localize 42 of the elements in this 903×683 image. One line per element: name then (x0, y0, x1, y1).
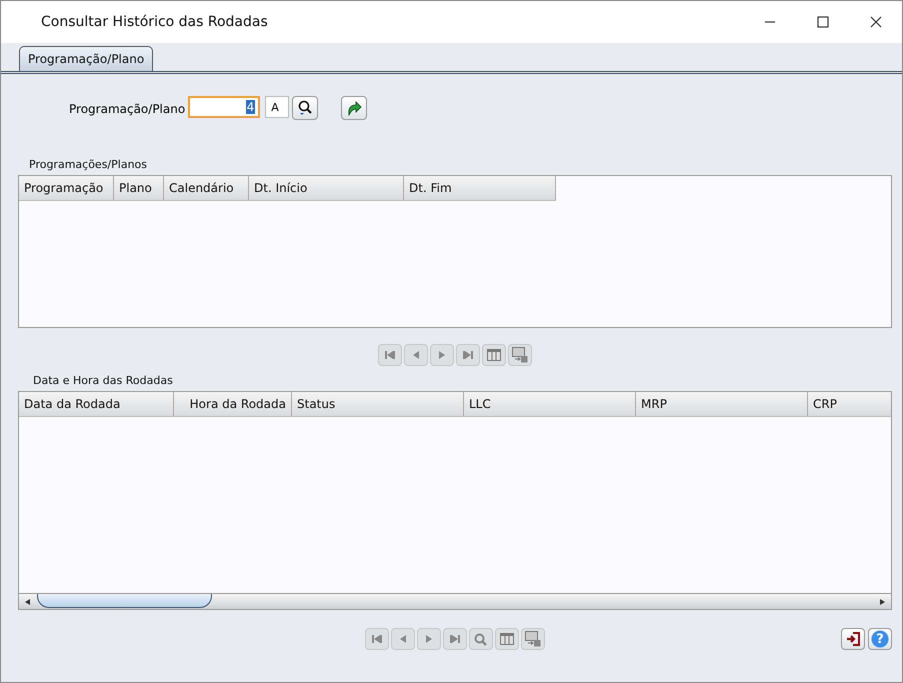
suffix-field: A (265, 96, 290, 118)
last-page-icon (462, 350, 474, 360)
last-page-icon (448, 634, 460, 644)
search-icon (474, 632, 487, 646)
column-header[interactable]: MRP (636, 392, 808, 416)
exit-button[interactable] (841, 628, 865, 650)
scroll-right-icon[interactable] (877, 596, 887, 606)
search-icon (297, 100, 314, 116)
export-icon (512, 347, 528, 363)
column-header[interactable]: Data da Rodada (19, 392, 174, 416)
export-icon (524, 631, 540, 647)
column-header[interactable]: Calendário (164, 176, 249, 200)
redo-arrow-icon (346, 100, 362, 116)
window-title: Consultar Histórico das Rodadas (41, 14, 269, 30)
tab[interactable]: Programação/Plano (19, 46, 154, 71)
column-header[interactable]: LLC (464, 392, 636, 416)
section-title: Data e Hora das Rodadas (33, 374, 174, 387)
grid-icon (486, 349, 500, 361)
grid-icon (500, 633, 514, 645)
previous-icon (398, 634, 408, 644)
column-header[interactable]: Programação (19, 176, 114, 200)
column-header[interactable]: Status (292, 392, 464, 416)
column-header[interactable]: Dt. Início (249, 176, 404, 200)
execute-button[interactable] (341, 96, 368, 120)
section-title: Programações/Planos (29, 158, 148, 171)
next-icon (424, 634, 434, 644)
column-header[interactable]: Dt. Fim (404, 176, 556, 200)
previous-icon (410, 350, 420, 360)
first-page-icon (384, 350, 396, 360)
next-icon (436, 350, 446, 360)
column-header[interactable]: CRP (808, 392, 891, 416)
maximize-icon (816, 16, 828, 28)
scroll-left-icon[interactable] (23, 596, 33, 606)
exit-icon (845, 631, 861, 647)
column-header[interactable]: Plano (114, 176, 164, 200)
input-field[interactable]: 4 (188, 96, 260, 118)
horizontal-scrollbar[interactable] (19, 593, 891, 609)
first-page-icon (370, 634, 382, 644)
close-icon (870, 16, 882, 28)
lookup-button[interactable] (292, 96, 318, 120)
field-label: Programação/Plano (69, 102, 186, 116)
column-header[interactable]: Hora da Rodada (174, 392, 292, 416)
